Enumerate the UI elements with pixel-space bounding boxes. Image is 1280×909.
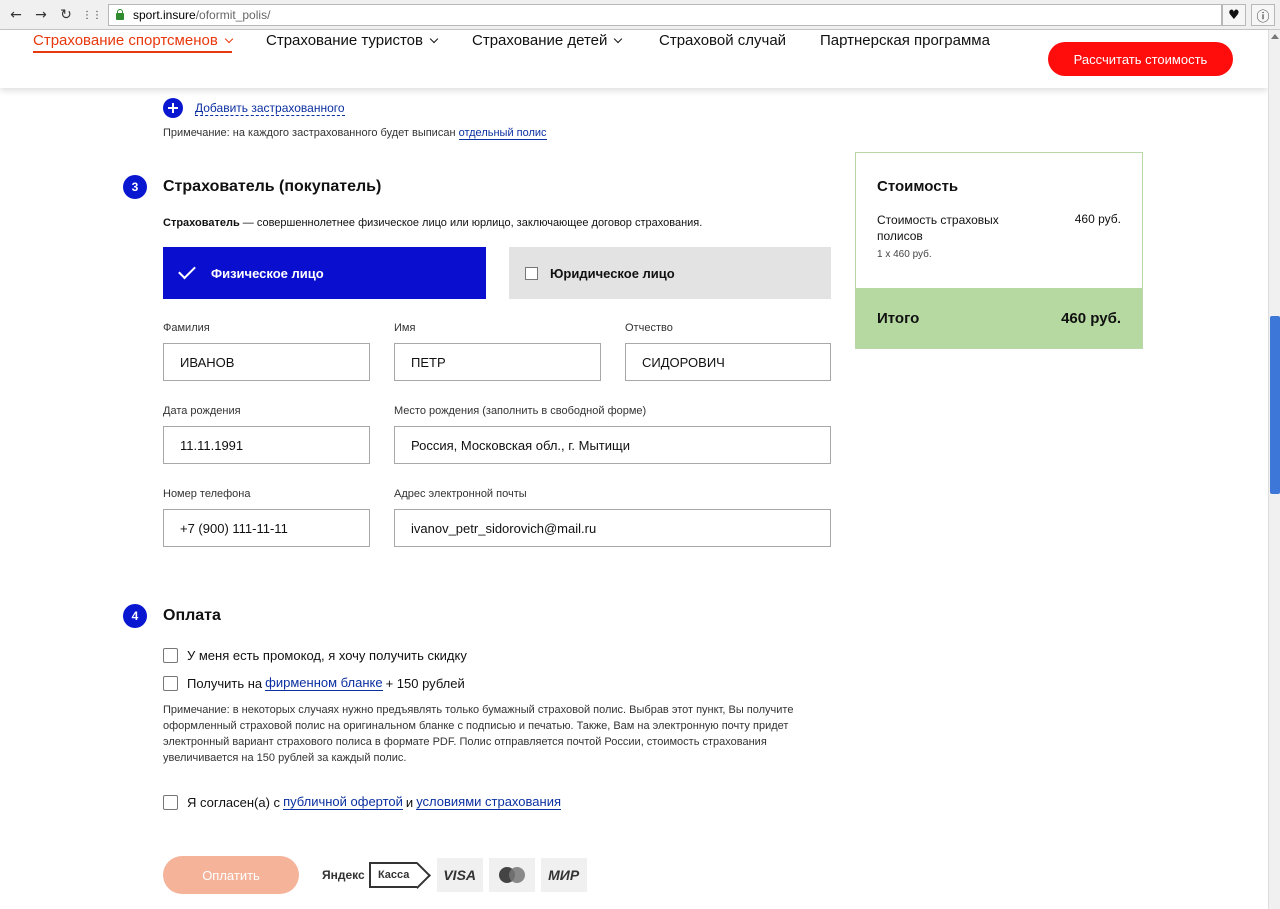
chevron-down-icon [429, 34, 439, 44]
promo-label: У меня есть промокод, я хочу получить ск… [187, 648, 467, 663]
birthdate-label: Дата рождения [163, 405, 241, 417]
nav-children[interactable]: Страхование детей [472, 32, 623, 49]
agree-mid: и [405, 794, 414, 810]
agree-checkbox[interactable] [163, 794, 178, 810]
step-number-4: 4 [123, 604, 147, 628]
cost-summary-card: Стоимость Стоимость страховых полисов 46… [855, 152, 1143, 349]
summary-total: Итого 460 руб. [856, 288, 1142, 348]
mir-logo: МИР [540, 858, 587, 892]
visa-logo: VISA [436, 858, 483, 892]
desc-text: — совершеннолетнее физическое лицо или ю… [239, 217, 703, 229]
scroll-up-icon[interactable] [1271, 32, 1279, 40]
order-form: Добавить застрахованного Примечание: на … [0, 88, 1268, 909]
mastercard-logo [488, 858, 535, 892]
summary-line-price: 460 руб. [1074, 212, 1121, 226]
type-physical-button[interactable]: Физическое лицо [163, 247, 486, 299]
surname-field[interactable]: ИВАНОВ [163, 343, 370, 381]
calculate-cost-button[interactable]: Рассчитать стоимость [1048, 42, 1233, 76]
page-scrollbar[interactable] [1268, 30, 1280, 909]
type-physical-label: Физическое лицо [211, 265, 324, 281]
name-field[interactable]: ПЕТР [394, 343, 601, 381]
check-icon [178, 261, 196, 279]
summary-title: Стоимость [877, 178, 959, 195]
payment-note: Примечание: в некоторых случаях нужно пр… [163, 704, 794, 764]
blank-suffix: + 150 рублей [385, 675, 465, 691]
name-label: Имя [394, 322, 416, 334]
scroll-thumb[interactable] [1270, 316, 1280, 494]
nav-label: Страховой случай [659, 32, 787, 49]
add-insured-label: Добавить застрахованного [195, 100, 345, 116]
surname-label: Фамилия [163, 322, 210, 334]
reload-icon[interactable]: ↻ [56, 5, 76, 25]
yandex-logo: Яндекс [322, 868, 365, 882]
browser-toolbar: ← → ↻ ⋮⋮ sport.insure/oformit_polis/ ♥ ⓘ [0, 0, 1280, 30]
step-number-3: 3 [123, 175, 147, 199]
heart-icon[interactable]: ♥ [1222, 4, 1246, 26]
insured-note: Примечание: на каждого застрахованного б… [163, 127, 547, 140]
policyholder-description: Страхователь — совершеннолетнее физическ… [163, 217, 702, 229]
blank-checkbox[interactable] [163, 675, 178, 691]
blank-checkbox-row[interactable]: Получить на фирменном бланке + 150 рубле… [163, 675, 465, 691]
nav-tourists[interactable]: Страхование туристов [266, 32, 439, 49]
chevron-down-icon [224, 34, 234, 44]
back-icon[interactable]: ← [6, 5, 26, 25]
chevron-down-icon [614, 34, 623, 44]
patronymic-field[interactable]: СИДОРОВИЧ [625, 343, 831, 381]
separate-policy-link[interactable]: отдельный полис [458, 127, 547, 140]
nav-label: Страхование детей [472, 32, 608, 49]
desc-term: Страхователь [163, 217, 240, 229]
insurance-terms-link[interactable]: условиями страхования [416, 794, 561, 810]
birthplace-label: Место рождения (заполнить в свободной фо… [394, 405, 647, 417]
checkbox-icon [525, 266, 538, 280]
patronymic-label: Отчество [625, 322, 673, 334]
payment-title: Оплата [163, 607, 221, 624]
payment-logos: Яндекс Касса VISA МИР [322, 858, 587, 892]
promo-checkbox[interactable] [163, 648, 178, 663]
summary-line-label: Стоимость страховых полисов [877, 213, 999, 243]
email-label: Адрес электронной почты [394, 488, 527, 500]
email-field[interactable]: ivanov_petr_sidorovich@mail.ru [394, 509, 831, 547]
agree-checkbox-row[interactable]: Я согласен(а) с публичной офертой и усло… [163, 794, 564, 810]
total-price: 460 руб. [1061, 309, 1121, 327]
blank-prefix: Получить на [187, 675, 263, 691]
plus-icon [163, 98, 183, 118]
mastercard-icon [498, 867, 525, 883]
type-legal-button[interactable]: Юридическое лицо [509, 247, 831, 299]
address-bar[interactable]: sport.insure/oformit_polis/ [108, 4, 1222, 26]
site-header: Страхование спортсменов Страхование тури… [0, 30, 1268, 88]
nav-athletes[interactable]: Страхование спортсменов [33, 32, 234, 53]
nav-label: Страхование туристов [266, 32, 423, 49]
summary-line-sub: 1 х 460 руб. [877, 249, 932, 260]
kassa-logo: Касса [368, 862, 417, 888]
nav-label: Страхование спортсменов [33, 32, 218, 49]
info-icon[interactable]: ⓘ [1251, 4, 1275, 26]
birthdate-field[interactable]: 11.11.1991 [163, 426, 370, 464]
pay-button[interactable]: Оплатить [163, 856, 299, 894]
lock-icon [115, 9, 125, 21]
total-label: Итого [877, 309, 920, 327]
birthplace-field[interactable]: Россия, Московская обл., г. Мытищи [394, 426, 831, 464]
url-host: sport.insure [133, 8, 196, 22]
agree-prefix: Я согласен(а) с [187, 794, 281, 810]
phone-label: Номер телефона [163, 488, 251, 500]
url-path: /oformit_polis/ [195, 8, 271, 22]
nav-label: Партнерская программа [820, 32, 990, 49]
nav-insured-event[interactable]: Страховой случай [659, 32, 786, 49]
type-legal-label: Юридическое лицо [550, 265, 675, 281]
branded-blank-link[interactable]: фирменном бланке [265, 675, 383, 691]
phone-field[interactable]: +7 (900) 111-11-11 [163, 509, 370, 547]
insured-note-text: Примечание: на каждого застрахованного б… [163, 127, 456, 139]
policyholder-title: Страхователь (покупатель) [163, 178, 382, 195]
promo-checkbox-row[interactable]: У меня есть промокод, я хочу получить ск… [163, 648, 467, 663]
nav-partner-program[interactable]: Партнерская программа [820, 32, 990, 49]
add-insured-button[interactable]: Добавить застрахованного [163, 98, 345, 118]
public-offer-link[interactable]: публичной офертой [283, 794, 403, 810]
forward-icon[interactable]: → [31, 5, 51, 25]
apps-icon[interactable]: ⋮⋮ [82, 5, 102, 25]
